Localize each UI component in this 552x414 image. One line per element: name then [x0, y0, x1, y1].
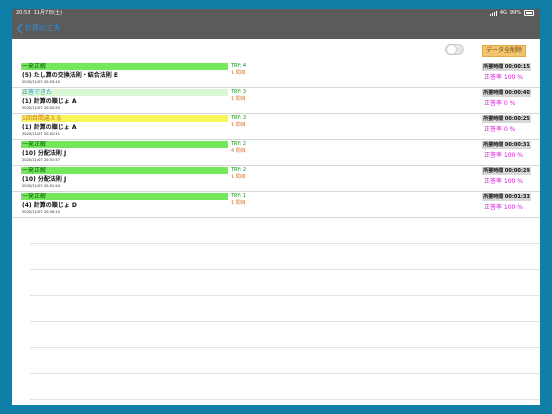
try-count: TRY: 1 [231, 193, 247, 199]
empty-row [30, 322, 540, 348]
empty-row [30, 348, 540, 374]
record-row[interactable]: 1回目間違える TRY: 3 1 問目 (1) 計算の順じょ A 2020/11… [12, 114, 540, 140]
nav-bar: 計算の工夫 [12, 17, 540, 39]
network-label: 4G [499, 10, 507, 16]
battery-icon [524, 10, 534, 16]
record-title: (5) たし算の交換法則・結合法則 E [22, 72, 118, 79]
status-right: 4G 99% [489, 9, 534, 17]
elapsed-time: 所要時間 00:00:29 [482, 167, 531, 175]
record-date: 2020/11/07 20:52:41 [22, 132, 60, 136]
accuracy-rate: 正答率 0 % [484, 100, 516, 107]
accuracy-rate: 正答率 100 % [484, 74, 523, 81]
toggle-knob [447, 45, 456, 54]
empty-row [30, 218, 540, 244]
question-number: 4 問目 [231, 148, 246, 154]
accuracy-rate: 正答率 100 % [484, 178, 523, 185]
record-date: 2020/11/07 20:51:24 [22, 184, 60, 188]
empty-row [30, 374, 540, 400]
empty-row [30, 270, 540, 296]
result-banner: 一発正解 [21, 141, 228, 148]
record-list: 一発正解 TRY: 4 1 問目 (5) たし算の交換法則・結合法則 E 202… [12, 62, 540, 405]
question-number: 1 問目 [231, 122, 246, 128]
record-title: (4) 計算の順じょ D [22, 202, 77, 209]
result-banner: 1回目間違える [21, 115, 228, 122]
battery-percent: 99% [509, 10, 521, 16]
elapsed-time: 所要時間 00:00:31 [482, 141, 531, 149]
try-count: TRY: 3 [231, 89, 247, 95]
record-date: 2020/11/07 20:50:15 [22, 210, 60, 214]
delete-all-button[interactable]: データ全削除 [482, 45, 526, 57]
try-count: TRY: 3 [231, 115, 247, 121]
question-number: 1 問目 [231, 70, 246, 76]
record-date: 2020/11/07 20:53:19 [22, 80, 60, 84]
record-row[interactable]: 一発正解 TRY: 2 1 問目 (10) 分配法則 J 2020/11/07 … [12, 166, 540, 192]
empty-row [30, 244, 540, 270]
empty-row [30, 296, 540, 322]
result-banner: 一発正解 [21, 193, 228, 200]
chevron-left-icon [16, 23, 23, 33]
status-time: 20:53 11月7日(土) [16, 10, 63, 16]
accuracy-rate: 正答率 100 % [484, 204, 523, 211]
record-title: (1) 計算の順じょ A [22, 124, 77, 131]
signal-icon [489, 10, 497, 16]
accuracy-rate: 正答率 100 % [484, 152, 523, 159]
record-date: 2020/11/07 20:52:55 [22, 106, 60, 110]
elapsed-time: 所要時間 00:00:40 [482, 89, 531, 97]
elapsed-time: 所要時間 00:01:33 [482, 193, 531, 201]
try-count: TRY: 4 [231, 63, 247, 69]
question-number: 1 問目 [231, 174, 246, 180]
record-title: (10) 分配法則 J [22, 150, 67, 157]
back-button[interactable]: 計算の工夫 [16, 20, 60, 36]
result-banner: 一発正解 [21, 167, 228, 174]
question-number: 1 問目 [231, 96, 246, 102]
empty-row [30, 400, 540, 405]
accuracy-rate: 正答率 0 % [484, 126, 516, 133]
result-banner: 一発正解 [21, 63, 228, 70]
status-bar: 20:53 11月7日(土) 4G 99% [12, 9, 540, 17]
try-count: TRY: 2 [231, 167, 247, 173]
try-count: TRY: 2 [231, 141, 247, 147]
record-row[interactable]: 正答できた TRY: 3 1 問目 (1) 計算の順じょ A 2020/11/0… [12, 88, 540, 114]
result-banner: 正答できた [21, 89, 228, 96]
elapsed-time: 所要時間 00:00:15 [482, 63, 531, 71]
toolbar: データ全削除 [12, 41, 540, 61]
record-title: (1) 計算の順じょ A [22, 98, 77, 105]
record-row[interactable]: 一発正解 TRY: 1 1 問目 (4) 計算の順じょ D 2020/11/07… [12, 192, 540, 218]
elapsed-time: 所要時間 00:00:25 [482, 115, 531, 123]
question-number: 1 問目 [231, 200, 246, 206]
record-title: (10) 分配法則 J [22, 176, 67, 183]
record-row[interactable]: 一発正解 TRY: 4 1 問目 (5) たし算の交換法則・結合法則 E 202… [12, 62, 540, 88]
app-screen: 20:53 11月7日(土) 4G 99% 計算の工夫 データ全削除 一発正解 … [12, 9, 540, 405]
record-row[interactable]: 一発正解 TRY: 2 4 問目 (10) 分配法則 J 2020/11/07 … [12, 140, 540, 166]
record-date: 2020/11/07 20:51:57 [22, 158, 60, 162]
toggle-switch[interactable] [445, 44, 464, 55]
back-label: 計算の工夫 [25, 24, 60, 32]
